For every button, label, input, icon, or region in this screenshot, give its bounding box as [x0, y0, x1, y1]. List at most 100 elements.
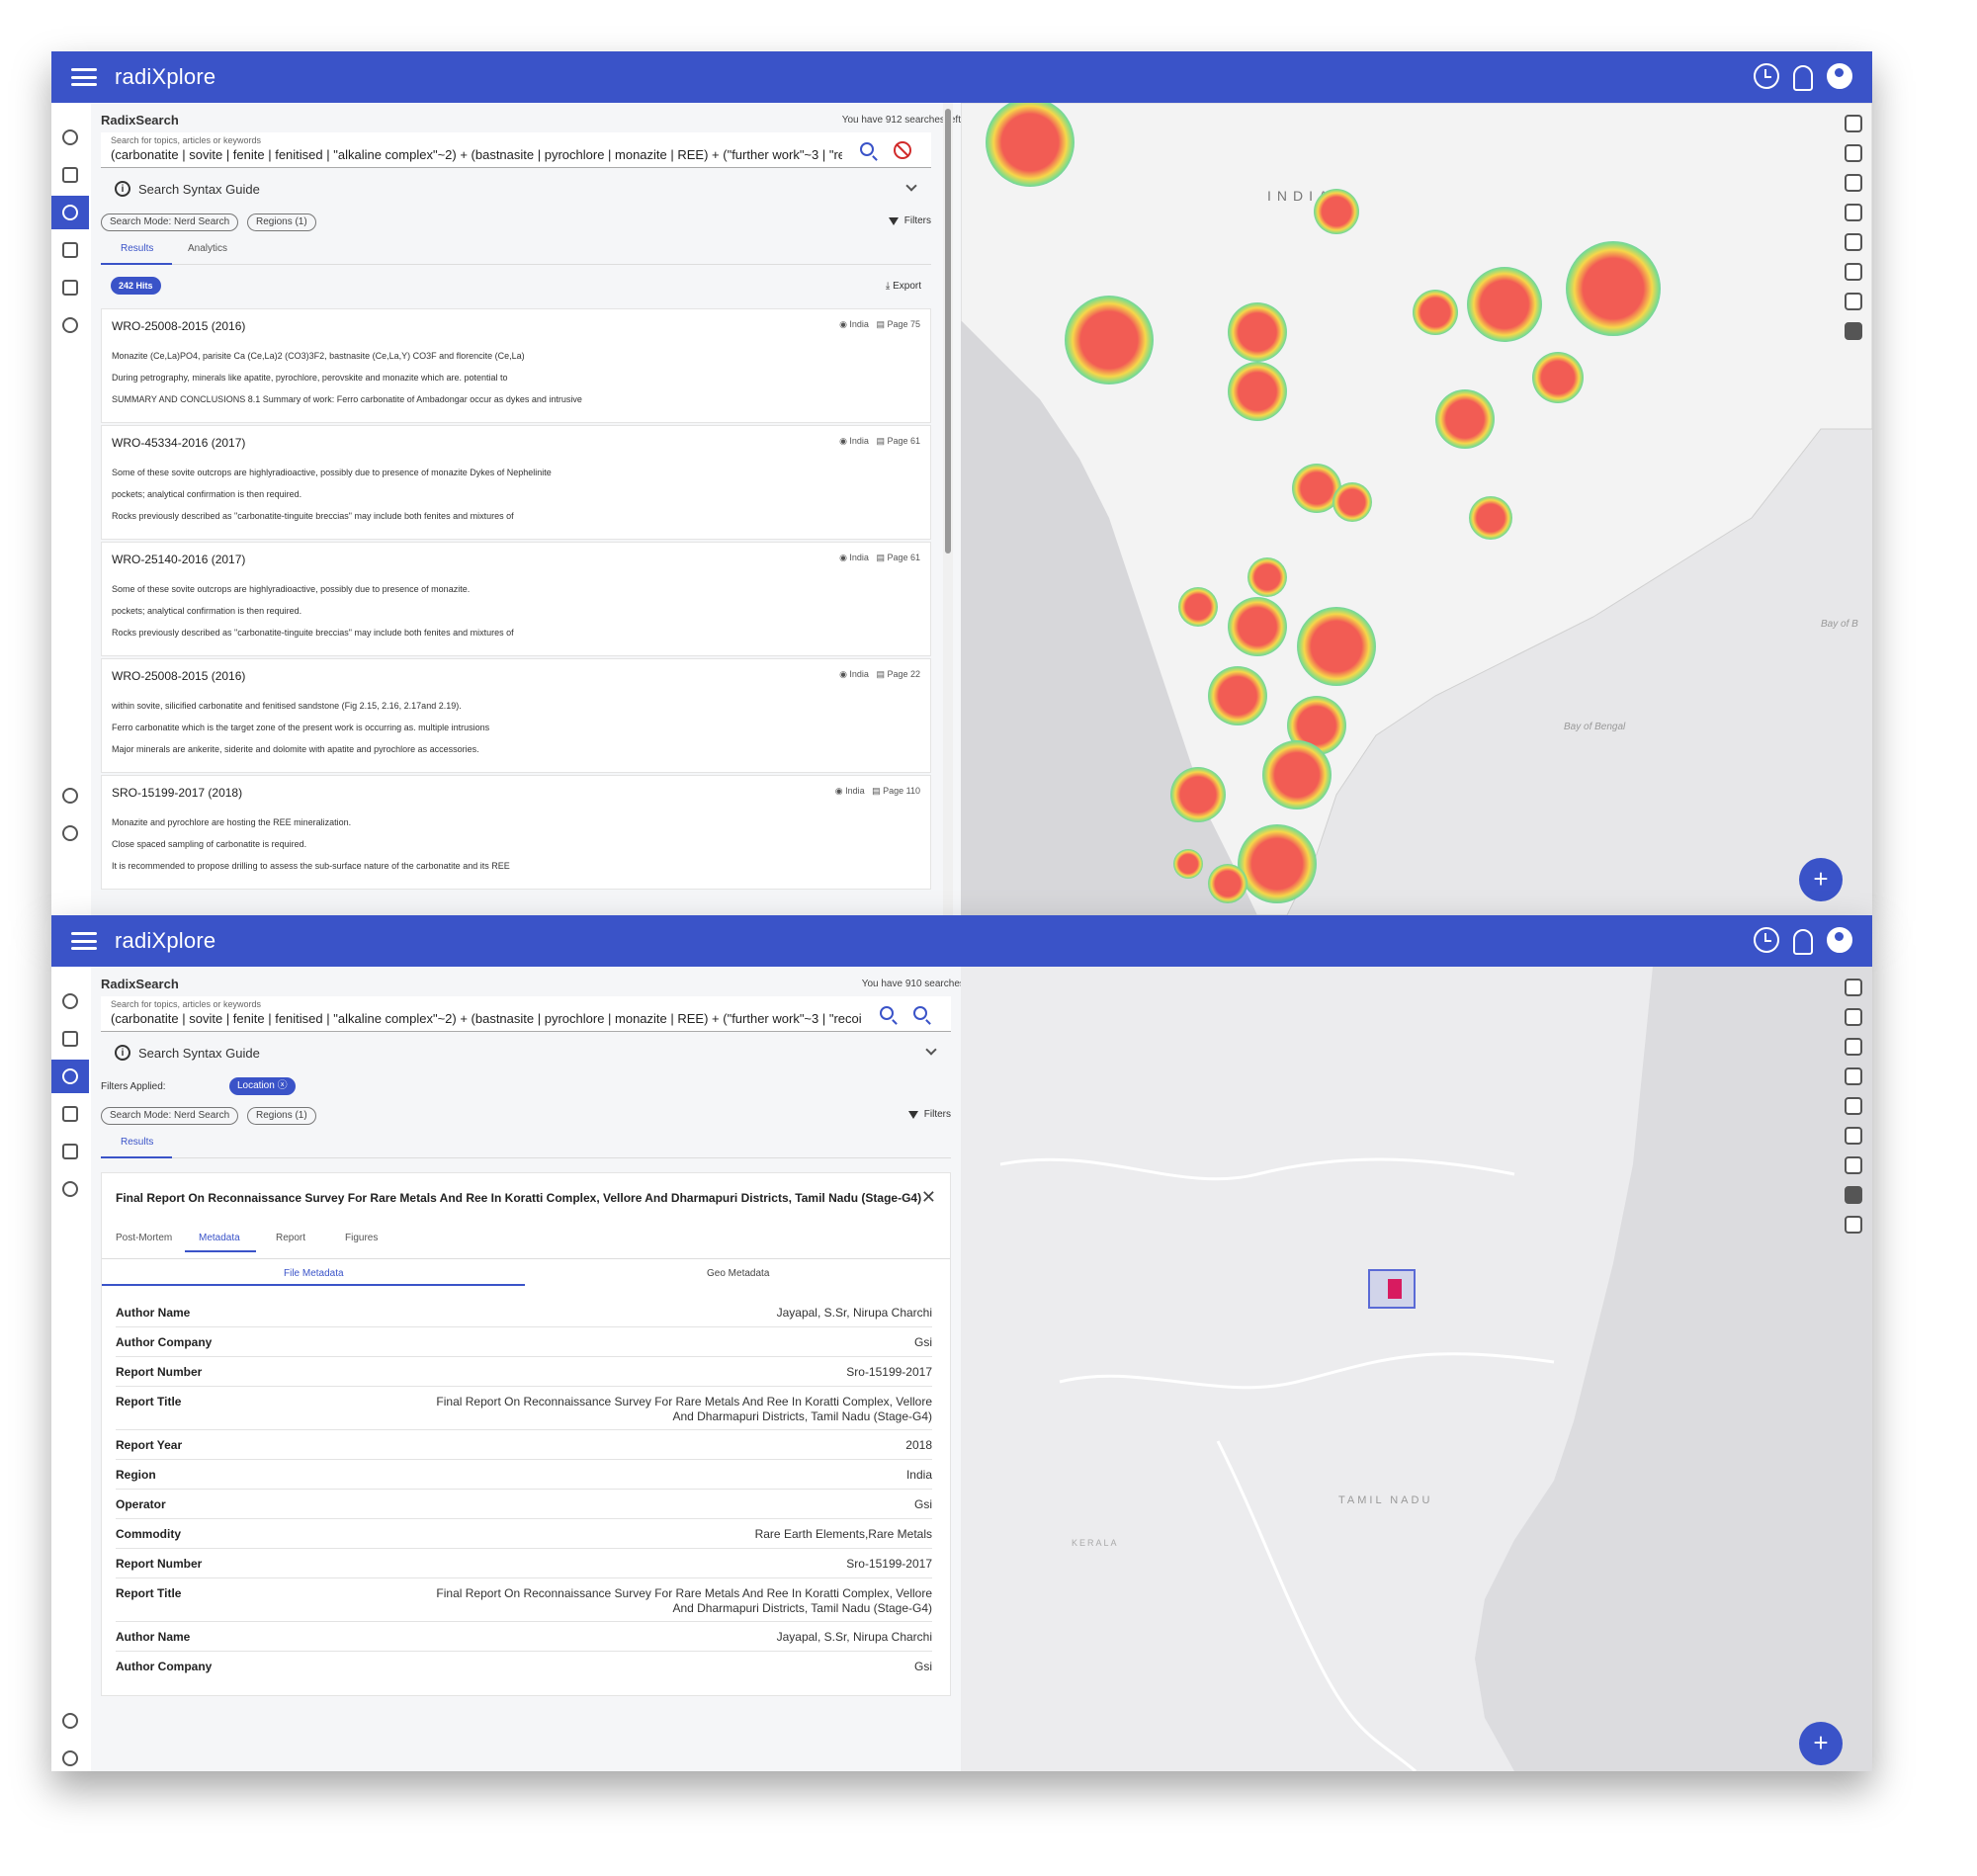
explore-icon[interactable] — [51, 121, 89, 154]
ruler-icon[interactable] — [1845, 263, 1862, 281]
regions-chip[interactable]: Regions (1) — [247, 213, 316, 231]
result-title[interactable]: WRO-25008-2015 (2016) — [112, 319, 245, 333]
rectangle-icon[interactable] — [1845, 1186, 1862, 1204]
tab-post-mortem[interactable]: Post-Mortem — [116, 1233, 172, 1243]
search-icon[interactable] — [860, 142, 874, 156]
fullscreen-icon[interactable] — [1845, 979, 1862, 996]
document-icon[interactable] — [1845, 174, 1862, 192]
heat-spot — [1262, 740, 1332, 810]
add-fab-button[interactable]: + — [1799, 1722, 1843, 1765]
search-nav-icon[interactable] — [51, 1060, 89, 1093]
result-meta: ◉ India ▤ Page 61 — [839, 553, 920, 562]
result-title[interactable]: SRO-15199-2017 (2018) — [112, 786, 242, 800]
tab-metadata[interactable]: Metadata — [199, 1233, 240, 1243]
syntax-guide[interactable]: i Search Syntax Guide — [101, 174, 931, 204]
screen-report-metadata: radiXplore RadixSearch You have 910 sear… — [51, 915, 1872, 1771]
documents-icon[interactable] — [51, 271, 89, 304]
geo-search-icon[interactable] — [913, 1006, 927, 1020]
result-title[interactable]: WRO-45334-2016 (2017) — [112, 436, 245, 450]
result-card[interactable]: SRO-15199-2017 (2018) ◉ India ▤ Page 110… — [101, 775, 931, 890]
help-icon[interactable] — [51, 1704, 89, 1738]
search-query[interactable]: (carbonatite | sovite | fenite | fenitis… — [111, 1011, 866, 1026]
tab-report[interactable]: Report — [276, 1233, 305, 1243]
metadata-row: Region India — [116, 1460, 932, 1490]
help-icon[interactable] — [51, 779, 89, 812]
selected-region-box[interactable] — [1368, 1269, 1416, 1309]
heat-spot — [1413, 290, 1458, 335]
regions-chip[interactable]: Regions (1) — [247, 1107, 316, 1125]
settings-icon[interactable] — [51, 1742, 89, 1771]
trend-icon[interactable] — [51, 1022, 89, 1056]
result-title[interactable]: WRO-25140-2016 (2017) — [112, 553, 245, 566]
history-icon[interactable] — [1754, 927, 1779, 953]
reports-icon[interactable] — [51, 1097, 89, 1131]
bell-icon[interactable] — [1793, 929, 1813, 955]
clear-search-icon[interactable] — [894, 141, 911, 159]
chevron-down-icon[interactable] — [925, 1044, 937, 1056]
gear-icon[interactable] — [1845, 1008, 1862, 1026]
result-card[interactable]: WRO-25140-2016 (2017) ◉ India ▤ Page 61 … — [101, 542, 931, 656]
share-icon[interactable] — [1845, 1156, 1862, 1174]
search-input[interactable]: Search for topics, articles or keywords … — [101, 132, 931, 168]
map-search-icon[interactable] — [1845, 1097, 1862, 1115]
tab-figures[interactable]: Figures — [345, 1233, 378, 1243]
close-icon[interactable]: ✕ — [921, 1187, 936, 1208]
map-land — [961, 103, 1872, 915]
trash-icon[interactable] — [1845, 1216, 1862, 1234]
search-input[interactable]: Search for topics, articles or keywords … — [101, 996, 951, 1032]
settings-icon[interactable] — [51, 816, 89, 850]
metadata-row: Commodity Rare Earth Elements,Rare Metals — [116, 1519, 932, 1549]
location-filter-chip[interactable]: Location ⓧ — [229, 1077, 296, 1095]
result-card[interactable]: WRO-25008-2015 (2016) ◉ India ▤ Page 22 … — [101, 658, 931, 773]
search-mode-chip[interactable]: Search Mode: Nerd Search — [101, 213, 239, 231]
filters-button[interactable]: Filters — [907, 1109, 951, 1120]
ruler-icon[interactable] — [1845, 1127, 1862, 1145]
tab-geo-metadata[interactable]: Geo Metadata — [707, 1268, 769, 1279]
search-nav-icon[interactable] — [51, 196, 89, 229]
filters-button[interactable]: Filters — [888, 215, 931, 226]
bell-icon[interactable] — [1793, 65, 1813, 91]
layers-icon[interactable] — [1845, 1067, 1862, 1085]
result-title[interactable]: WRO-25008-2015 (2016) — [112, 669, 245, 683]
map-label-bay-edge: Bay of B — [1821, 619, 1858, 630]
tab-results[interactable]: Results — [121, 243, 153, 254]
account-icon[interactable] — [1827, 63, 1852, 89]
fullscreen-icon[interactable] — [1845, 115, 1862, 132]
search-icon[interactable] — [880, 1006, 894, 1020]
rectangle-icon[interactable] — [1845, 322, 1862, 340]
history-icon[interactable] — [1754, 63, 1779, 89]
results-tabs: Results — [101, 1131, 951, 1158]
trend-icon[interactable] — [51, 158, 89, 192]
layers-icon[interactable] — [1845, 204, 1862, 221]
map-search-icon[interactable] — [1845, 233, 1862, 251]
gear-icon[interactable] — [1845, 144, 1862, 162]
share-icon[interactable] — [1845, 293, 1862, 310]
tab-results[interactable]: Results — [121, 1137, 153, 1148]
explore-icon[interactable] — [51, 984, 89, 1018]
chevron-down-icon[interactable] — [905, 180, 917, 192]
heat-spot — [1228, 362, 1287, 421]
documents-icon[interactable] — [51, 1135, 89, 1168]
menu-icon[interactable] — [71, 68, 97, 86]
account-icon[interactable] — [1827, 927, 1852, 953]
heatmap-map[interactable]: INDIA Bay of Bengal Bay of B + — [961, 103, 1872, 915]
reports-icon[interactable] — [51, 233, 89, 267]
export-button[interactable]: ⤓ Export — [886, 281, 921, 292]
filter-icon — [888, 216, 899, 225]
document-icon[interactable] — [1845, 1038, 1862, 1056]
result-card[interactable]: WRO-25008-2015 (2016) ◉ India ▤ Page 75 … — [101, 308, 931, 423]
ideas-icon[interactable] — [51, 308, 89, 342]
search-query[interactable]: (carbonatite | sovite | fenite | fenitis… — [111, 147, 842, 162]
syntax-guide[interactable]: i Search Syntax Guide — [101, 1038, 951, 1067]
report-location-marker[interactable] — [1388, 1279, 1402, 1299]
filter-icon — [907, 1110, 918, 1119]
detail-map[interactable]: TAMIL NADU KERALA + — [961, 967, 1872, 1771]
ideas-icon[interactable] — [51, 1172, 89, 1206]
menu-icon[interactable] — [71, 932, 97, 950]
add-fab-button[interactable]: + — [1799, 858, 1843, 901]
results-scrollbar[interactable] — [943, 103, 953, 915]
tab-file-metadata[interactable]: File Metadata — [284, 1268, 344, 1279]
search-mode-chip[interactable]: Search Mode: Nerd Search — [101, 1107, 239, 1125]
tab-analytics[interactable]: Analytics — [188, 243, 227, 254]
result-card[interactable]: WRO-45334-2016 (2017) ◉ India ▤ Page 61 … — [101, 425, 931, 540]
